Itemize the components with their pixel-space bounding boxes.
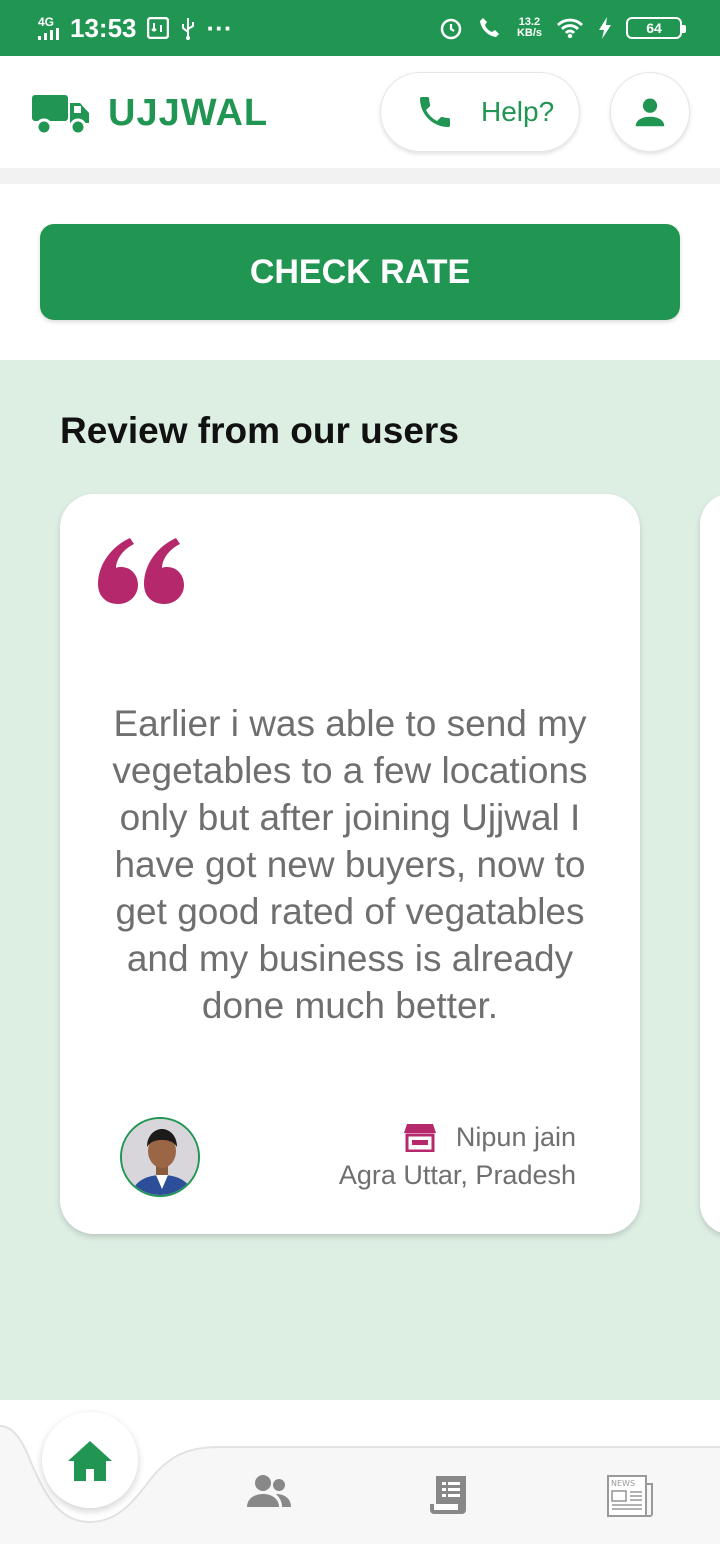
bottom-navigation: NEWS xyxy=(0,1400,720,1544)
usb-settings-icon xyxy=(146,17,169,39)
check-rate-button[interactable]: CHECK RATE xyxy=(40,224,680,320)
store-icon xyxy=(403,1124,436,1152)
network-type: 4G xyxy=(38,15,55,29)
signal-indicator: 4G xyxy=(38,16,60,40)
network-speed: 13.2 KB/s xyxy=(517,17,542,39)
usb-icon xyxy=(181,18,194,40)
charging-icon xyxy=(599,17,611,39)
wifi-call-icon xyxy=(479,18,499,37)
wifi-icon xyxy=(557,18,583,39)
review-text: Earlier i was able to send my vegetables… xyxy=(112,703,588,1026)
status-bar: 4G 13:53 ··· 13.2 KB/s 64 xyxy=(0,0,720,56)
help-label: Help? xyxy=(481,96,555,127)
header-divider xyxy=(0,168,720,184)
nav-home[interactable] xyxy=(42,1412,138,1508)
phone-icon xyxy=(420,97,450,127)
review-card-next[interactable] xyxy=(700,494,720,1234)
clock: 13:53 xyxy=(70,12,137,43)
reviews-section: Review from our users Earlier i was able… xyxy=(0,360,720,1400)
avatar xyxy=(120,1117,200,1197)
signal-icon xyxy=(38,28,59,40)
help-button[interactable]: Help? xyxy=(380,72,580,152)
nav-news[interactable]: NEWS xyxy=(606,1474,654,1518)
battery-level: 64 xyxy=(646,20,662,36)
quote-icon xyxy=(98,538,184,604)
user-icon xyxy=(635,98,665,127)
reviews-title: Review from our users xyxy=(60,410,459,451)
truck-icon xyxy=(32,94,89,135)
profile-button[interactable] xyxy=(610,72,690,152)
brand: UJJWAL xyxy=(32,92,268,135)
alarm-icon xyxy=(440,18,462,40)
review-author: Nipun jain Agra Uttar, Pradesh xyxy=(339,1118,576,1194)
receipt-icon xyxy=(430,1476,466,1514)
news-icon: NEWS xyxy=(607,1475,653,1517)
author-location: Agra Uttar, Pradesh xyxy=(338,1160,576,1190)
nav-users[interactable] xyxy=(246,1474,292,1508)
users-icon xyxy=(247,1475,291,1507)
avatar-photo xyxy=(122,1119,198,1195)
svg-text:NEWS: NEWS xyxy=(611,1479,635,1488)
review-card[interactable]: Earlier i was able to send my vegetables… xyxy=(60,494,640,1234)
brand-name: UJJWAL xyxy=(108,92,269,134)
speed-unit: KB/s xyxy=(516,27,542,39)
author-name: Nipun jain xyxy=(455,1122,576,1152)
nav-orders[interactable] xyxy=(430,1474,468,1516)
home-icon xyxy=(68,1441,112,1481)
battery-indicator: 64 xyxy=(626,17,686,39)
more-notifications-icon: ··· xyxy=(206,12,233,43)
app-header: UJJWAL Help? xyxy=(0,56,720,168)
